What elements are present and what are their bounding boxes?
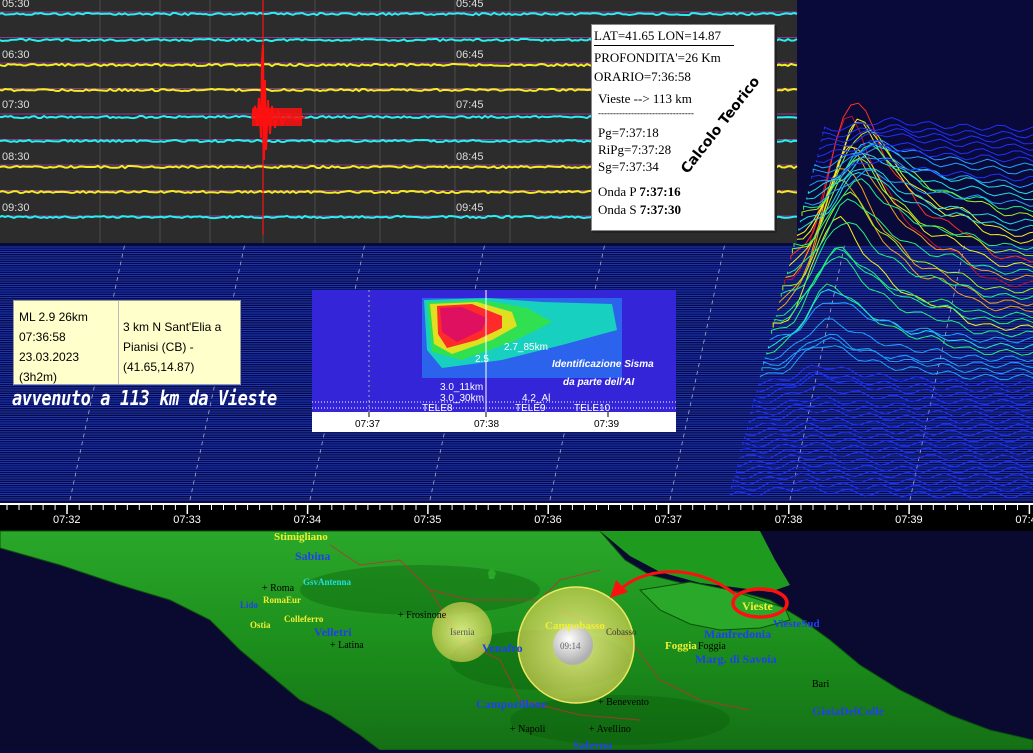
map-label-sabina: Sabina — [295, 549, 331, 563]
timeline-tick-label: 07:37 — [654, 514, 683, 526]
theoretical-stamp: Calcolo Teorico — [678, 73, 764, 177]
spectro-tick-1: 07:37 — [355, 419, 381, 430]
distance-text: Vieste --> 113 km — [598, 91, 692, 106]
map-label-benevento: + Benevento — [598, 697, 649, 708]
helicorder-right-time: 08:45 — [456, 151, 484, 163]
map-label-cobasso: Cobasso — [606, 627, 637, 637]
helicorder-right-time: 09:45 — [456, 202, 484, 214]
event-magnitude: ML 2.9 26km — [19, 310, 88, 324]
helicorder-right-time: 05:45 — [456, 0, 484, 10]
event-date: 23.03.2023 — [19, 350, 80, 364]
lat-lon-text: LAT=41.65 LON=14.87 — [594, 28, 721, 43]
event-time: 07:36:58 — [19, 330, 66, 344]
pg-text: Pg=7:37:18 — [598, 125, 659, 140]
spectro-annotation-3: 3.0_11km — [440, 382, 484, 393]
timeline-tick-label: 07:35 — [413, 514, 442, 526]
spectrogram-panel: 2.7_85km 2.5 3.0_11km 3.0_30km 4.2_Al TE… — [312, 290, 676, 432]
event-location: 3 km N Sant'Elia a Pianisi (CB) - (41.65… — [118, 301, 228, 384]
map-label-ostia: Ostia — [250, 620, 271, 630]
map-label-lido: Lido — [240, 600, 259, 610]
map-label-vieste: Vieste — [742, 599, 773, 613]
map-label-roma: + Roma — [262, 583, 295, 594]
map-label-foggia-station: Foggia — [665, 640, 697, 652]
map-label-colleferro: Colleferro — [284, 614, 324, 624]
spectro-tick-3: 07:39 — [594, 419, 620, 430]
helicorder-left-time: 08:30 — [2, 151, 30, 163]
timeline-tick-label: 07:33 — [173, 514, 201, 526]
waterfall-spectrum-line — [822, 124, 1033, 139]
map-label-salerno: Salerno — [573, 738, 613, 752]
origin-time-text: ORARIO=7:36:58 — [594, 69, 691, 84]
timeline-tick-label: 07:34 — [293, 514, 322, 526]
map-label-campozillone: Campozillone — [476, 697, 547, 711]
map-label-venafro: Venafro — [482, 641, 523, 655]
map-label-manfredonia: Manfredonia — [704, 627, 772, 641]
map-label-velletri: Velletri — [314, 625, 352, 639]
helicorder-right-time: 06:45 — [456, 49, 484, 61]
map-label-bari: Bari — [812, 679, 830, 690]
map-label-foggia: Foggia — [698, 641, 726, 652]
timeline-axis — [0, 503, 1033, 531]
quake-marker-time: 09:14 — [560, 641, 581, 651]
event-info-panel: ML 2.9 26km 07:36:58 23.03.2023 (3h2m) 3… — [13, 300, 241, 385]
event-elapsed: (3h2m) — [19, 370, 58, 384]
map-label-frosinone: + Frosinone — [398, 610, 447, 621]
spectro-tele-9: TELE9 — [515, 403, 546, 414]
headline-text: avvenuto a 113 km da Vieste — [12, 386, 277, 410]
map-label-stimigliano: Stimigliano — [274, 531, 328, 543]
timeline-tick-label: 07:39 — [895, 514, 923, 526]
waterfall-spectrum-line — [798, 171, 1033, 231]
map-label-viestesud: ViesteSud — [773, 618, 820, 630]
map-label-campobasso: Campobasso — [545, 620, 605, 632]
theoretical-calculation-panel: LAT=41.65 LON=14.87 PROFONDITA'=26 Km OR… — [591, 24, 775, 231]
helicorder-left-time: 09:30 — [2, 202, 30, 214]
ripg-text: RiPg=7:37:28 — [598, 142, 672, 157]
helicorder-left-time: 06:30 — [2, 49, 30, 61]
p-wave-text: Onda P 7:37:16 — [598, 184, 681, 199]
timeline-tick-label: 07:36 — [534, 514, 562, 526]
map-label-gioiadelcolle: GioiaDelColle — [812, 704, 884, 718]
helicorder-left-time: 07:30 — [2, 99, 30, 111]
spectro-annotation-1: 2.7_85km — [504, 342, 548, 353]
ai-identification-line1: Identificazione Sisma — [552, 359, 654, 370]
spectro-tick-2: 07:38 — [474, 419, 500, 430]
timeline-tick-label: 07:38 — [774, 514, 803, 526]
depth-text: PROFONDITA'=26 Km — [594, 50, 721, 65]
spectro-tele-8: TELE8 — [422, 403, 453, 414]
map-label-romaeur: RomaEur — [263, 595, 301, 605]
helicorder-right-time: 07:45 — [456, 99, 484, 111]
ai-identification-line2: da parte dell'AI — [563, 377, 635, 388]
map-label-isernia: Isernia — [450, 627, 475, 637]
map-label-gsvantenna: GsvAntenna — [303, 577, 352, 587]
map-label-avellino: + Avellino — [589, 724, 631, 735]
sg-text: Sg=7:37:34 — [598, 159, 659, 174]
map-label-napoli: + Napoli — [510, 724, 546, 735]
separator-text: -------------------------------- — [598, 108, 694, 118]
map-label-margherita: Marg. di Savoia — [695, 652, 777, 666]
timeline-tick-label: 07:32 — [53, 514, 81, 526]
timeline-tick-label: 07:4 — [1015, 514, 1033, 526]
map-label-latina: + Latina — [330, 640, 364, 651]
spectro-annotation-2: 2.5 — [475, 354, 489, 365]
s-wave-text: Onda S 7:37:30 — [598, 202, 682, 217]
spectro-tele-10: TELE10 — [574, 403, 611, 414]
helicorder-left-time: 05:30 — [2, 0, 30, 10]
